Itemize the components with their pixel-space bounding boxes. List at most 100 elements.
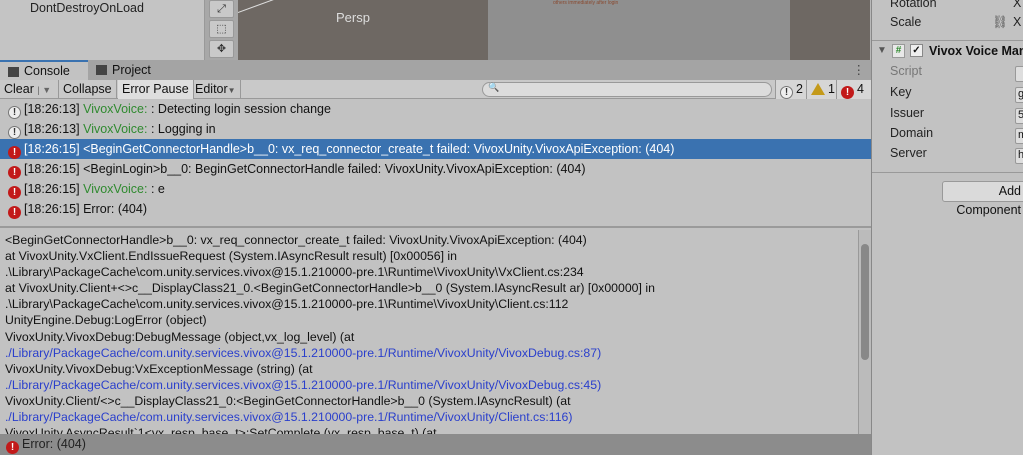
scene-view-edge	[790, 0, 870, 60]
log-message: <BeginLogin>b__0: BeginGetConnectorHandl…	[83, 162, 586, 176]
console-panel: Console Project ⋮ Clear | ▼ Collapse Err…	[0, 60, 871, 455]
source-link[interactable]: ./Library/PackageCache/com.unity.service…	[5, 345, 853, 361]
error-icon: !	[6, 441, 19, 454]
editor-dropdown[interactable]: Editor▼	[191, 80, 241, 99]
stack-line: VivoxUnity.VivoxDebug:DebugMessage (obje…	[5, 329, 355, 344]
editor-label: Editor	[195, 82, 228, 96]
more-options-icon[interactable]: ⋮	[853, 62, 866, 77]
log-message: : e	[150, 182, 165, 196]
foldout-icon[interactable]: ▼	[877, 41, 887, 61]
field-label: Server	[890, 146, 927, 160]
info-icon: !	[780, 86, 793, 99]
error-icon: !	[8, 166, 21, 179]
log-list: ! [18:26:13] VivoxVoice: : Detecting logi…	[0, 99, 871, 219]
stack-line: .\Library\PackageCache\com.unity.service…	[5, 297, 569, 312]
stack-line: VivoxUnity.AsyncResult`1<vx_resp_base_t>…	[5, 426, 437, 434]
source-link[interactable]: ./Library/PackageCache/com.unity.service…	[5, 377, 853, 393]
warning-icon	[811, 83, 825, 95]
transform-tool-icon[interactable]: ✥	[209, 40, 234, 58]
persp-label[interactable]: Persp	[336, 10, 370, 25]
link-icon[interactable]: ⛓	[992, 15, 1008, 30]
clear-label: Clear	[4, 82, 34, 96]
divider	[872, 172, 1023, 173]
error-count: 4	[857, 82, 864, 96]
log-time: [18:26:13]	[24, 122, 80, 136]
splitter[interactable]	[0, 226, 871, 228]
warning-count: 1	[828, 82, 835, 96]
stack-line: at VivoxUnity.VxClient.EndIssueRequest (…	[5, 249, 458, 264]
field-input[interactable]: 5	[1015, 108, 1023, 124]
scale-tool-icon[interactable]: ⤢	[209, 0, 234, 18]
error-count-toggle[interactable]: ! 4	[836, 80, 871, 99]
tab-label: Project	[112, 63, 151, 77]
tab-console[interactable]: Console	[0, 60, 88, 80]
field-label: Issuer	[890, 106, 925, 120]
collapse-button[interactable]: Collapse	[59, 80, 117, 99]
log-source: VivoxVoice:	[83, 102, 148, 116]
log-source: VivoxVoice:	[83, 122, 148, 136]
field-input[interactable]: h	[1015, 148, 1023, 164]
component-title: Vivox Voice Manager	[929, 44, 1023, 58]
detail-scrollbar[interactable]	[858, 230, 871, 434]
hierarchy-panel: DontDestroyOnLoad	[0, 0, 205, 60]
error-icon: !	[8, 146, 21, 159]
status-bar[interactable]: ! Error: (404)	[0, 434, 871, 455]
log-source: VivoxVoice:	[83, 182, 148, 196]
log-message: : Logging in	[150, 122, 216, 136]
rotation-x-label: X	[1013, 0, 1022, 10]
tab-bar: Console Project ⋮	[0, 60, 871, 80]
field-input[interactable]: m	[1015, 128, 1023, 144]
stack-line: VivoxUnity.VivoxDebug:VxExceptionMessage…	[5, 361, 313, 376]
error-icon: !	[841, 86, 854, 99]
log-message: Error: (404)	[83, 202, 147, 216]
log-entry[interactable]: ! [18:26:15] VivoxVoice: : e	[0, 179, 871, 199]
field-label: Key	[890, 85, 912, 99]
field-input[interactable]: g	[1015, 87, 1023, 103]
scene-tools: ⤢ ⬚ ✥	[205, 0, 238, 60]
console-icon	[8, 67, 19, 77]
clear-dropdown-icon[interactable]: | ▼	[37, 85, 51, 95]
info-count-toggle[interactable]: ! 2	[775, 80, 807, 99]
scale-x-label: X	[1013, 15, 1022, 29]
field-input[interactable]	[1015, 66, 1023, 82]
collapse-label: Collapse	[63, 82, 112, 96]
search-input[interactable]: 🔍	[482, 82, 772, 97]
stack-line: .\Library\PackageCache\com.unity.service…	[5, 265, 584, 280]
tab-project[interactable]: Project	[88, 60, 168, 80]
scrollbar-thumb[interactable]	[861, 244, 869, 360]
source-link[interactable]: ./Library/PackageCache/com.unity.service…	[5, 409, 853, 425]
log-time: [18:26:15]	[24, 162, 80, 176]
enabled-checkbox[interactable]: ✓	[910, 44, 923, 57]
rotation-label: Rotation	[890, 0, 937, 10]
log-entry[interactable]: ! [18:26:13] VivoxVoice: : Detecting logi…	[0, 99, 871, 119]
folder-icon	[96, 65, 107, 75]
game-view: others immediately after login	[488, 0, 790, 60]
scene-view[interactable]: Persp	[238, 0, 488, 60]
rect-tool-icon[interactable]: ⬚	[209, 20, 234, 38]
add-component-button[interactable]: Add Component	[942, 181, 1023, 217]
stack-line: at VivoxUnity.Client+<>c__DisplayClass21…	[5, 281, 655, 296]
log-time: [18:26:15]	[24, 182, 80, 196]
script-icon: #	[892, 44, 905, 58]
info-count: 2	[796, 82, 803, 96]
warning-count-toggle[interactable]: 1	[806, 80, 839, 99]
error-icon: !	[8, 206, 21, 219]
stack-line: <BeginGetConnectorHandle>b__0: vx_req_co…	[5, 233, 587, 247]
clear-button[interactable]: Clear | ▼	[0, 80, 59, 99]
log-message: : Detecting login session change	[150, 102, 331, 116]
error-pause-button[interactable]: Error Pause	[118, 80, 194, 99]
component-header[interactable]: ▼ # ✓ Vivox Voice Manager	[872, 40, 1023, 62]
log-detail: <BeginGetConnectorHandle>b__0: vx_req_co…	[0, 230, 858, 434]
hierarchy-item[interactable]: DontDestroyOnLoad	[30, 1, 144, 15]
tab-label: Console	[24, 64, 70, 78]
log-time: [18:26:15]	[24, 142, 80, 156]
info-icon: !	[8, 106, 21, 119]
log-entry[interactable]: ! [18:26:13] VivoxVoice: : Logging in	[0, 119, 871, 139]
log-entry[interactable]: ! [18:26:15] <BeginLogin>b__0: BeginGetCo…	[0, 159, 871, 179]
log-entry[interactable]: ! [18:26:15] Error: (404)	[0, 199, 871, 219]
chevron-down-icon: ▼	[227, 86, 236, 95]
log-entry[interactable]: ! [18:26:15] <BeginGetConnectorHandle>b__…	[0, 139, 871, 159]
field-label: Script	[890, 64, 922, 78]
log-time: [18:26:13]	[24, 102, 80, 116]
scale-label: Scale	[890, 15, 922, 29]
